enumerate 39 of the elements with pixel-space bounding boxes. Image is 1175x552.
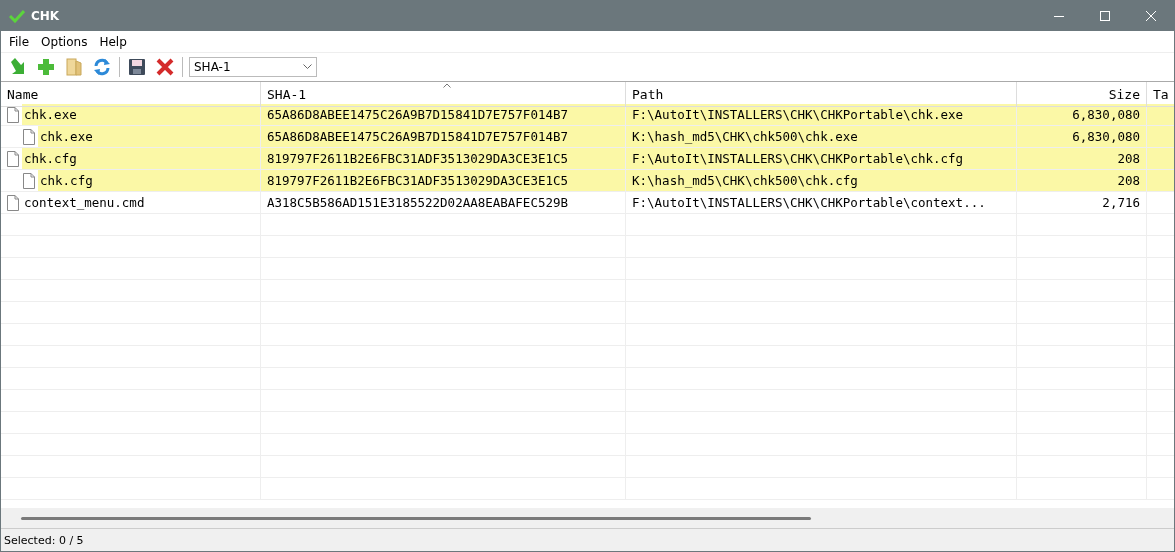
menu-item[interactable]: File (3, 34, 36, 49)
hash-cell: A318C5B586AD151E3185522D02AA8EABAFEC529B (261, 192, 626, 214)
size-cell: 208 (1017, 148, 1147, 170)
maximize-icon (1100, 11, 1110, 21)
path-cell: K:\hash_md5\CHK\chk500\chk.cfg (626, 170, 1017, 192)
path-cell: F:\AutoIt\INSTALLERS\CHK\CHKPortable\chk.cfg (626, 148, 1017, 170)
folder-button[interactable] (63, 56, 85, 78)
file-icon (23, 128, 35, 145)
window-title: CHK (31, 9, 60, 23)
size-cell: 2,716 (1017, 192, 1147, 214)
menu-item[interactable]: Help (93, 34, 133, 49)
status-text: Selected: 0 / 5 (4, 533, 84, 547)
menu-item[interactable]: Options (35, 34, 94, 49)
file-icon (23, 172, 35, 189)
size-cell: 208 (1017, 170, 1147, 192)
hash-cell: 65A86D8ABEE1475C26A9B7D15841D7E757F014B7 (261, 104, 626, 126)
file-name: chk.cfg (22, 148, 260, 169)
file-name: chk.exe (22, 104, 260, 125)
path-cell: F:\AutoIt\INSTALLERS\CHK\CHKPortable\context... (626, 192, 1017, 214)
checkmark-icon (9, 9, 25, 23)
delete-button[interactable] (154, 56, 176, 78)
hash-cell: 65A86D8ABEE1475C26A9B7D15841D7E757F014B7 (261, 126, 626, 148)
size-cell: 6,830,080 (1017, 126, 1147, 148)
file-icon (7, 194, 19, 211)
path-cell: F:\AutoIt\INSTALLERS\CHK\CHKPortable\chk.exe (626, 104, 1017, 126)
file-icon (7, 106, 19, 123)
file-name: chk.cfg (38, 170, 260, 191)
chevron-down-icon (303, 64, 312, 70)
scrollbar-thumb[interactable] (21, 516, 811, 520)
hash-cell: 819797F2611B2E6FBC31ADF3513029DA3CE3E1C5 (261, 170, 626, 192)
add-button[interactable] (35, 56, 57, 78)
hash-dropdown[interactable]: SHA-1 (189, 57, 317, 77)
path-cell: K:\hash_md5\CHK\chk500\chk.exe (626, 126, 1017, 148)
size-cell: 6,830,080 (1017, 104, 1147, 126)
save-button[interactable] (126, 56, 148, 78)
hash-cell: 819797F2611B2E6FBC31ADF3513029DA3CE3E1C5 (261, 148, 626, 170)
close-icon (1146, 11, 1156, 21)
file-icon (7, 150, 19, 167)
file-name: chk.exe (38, 126, 260, 147)
